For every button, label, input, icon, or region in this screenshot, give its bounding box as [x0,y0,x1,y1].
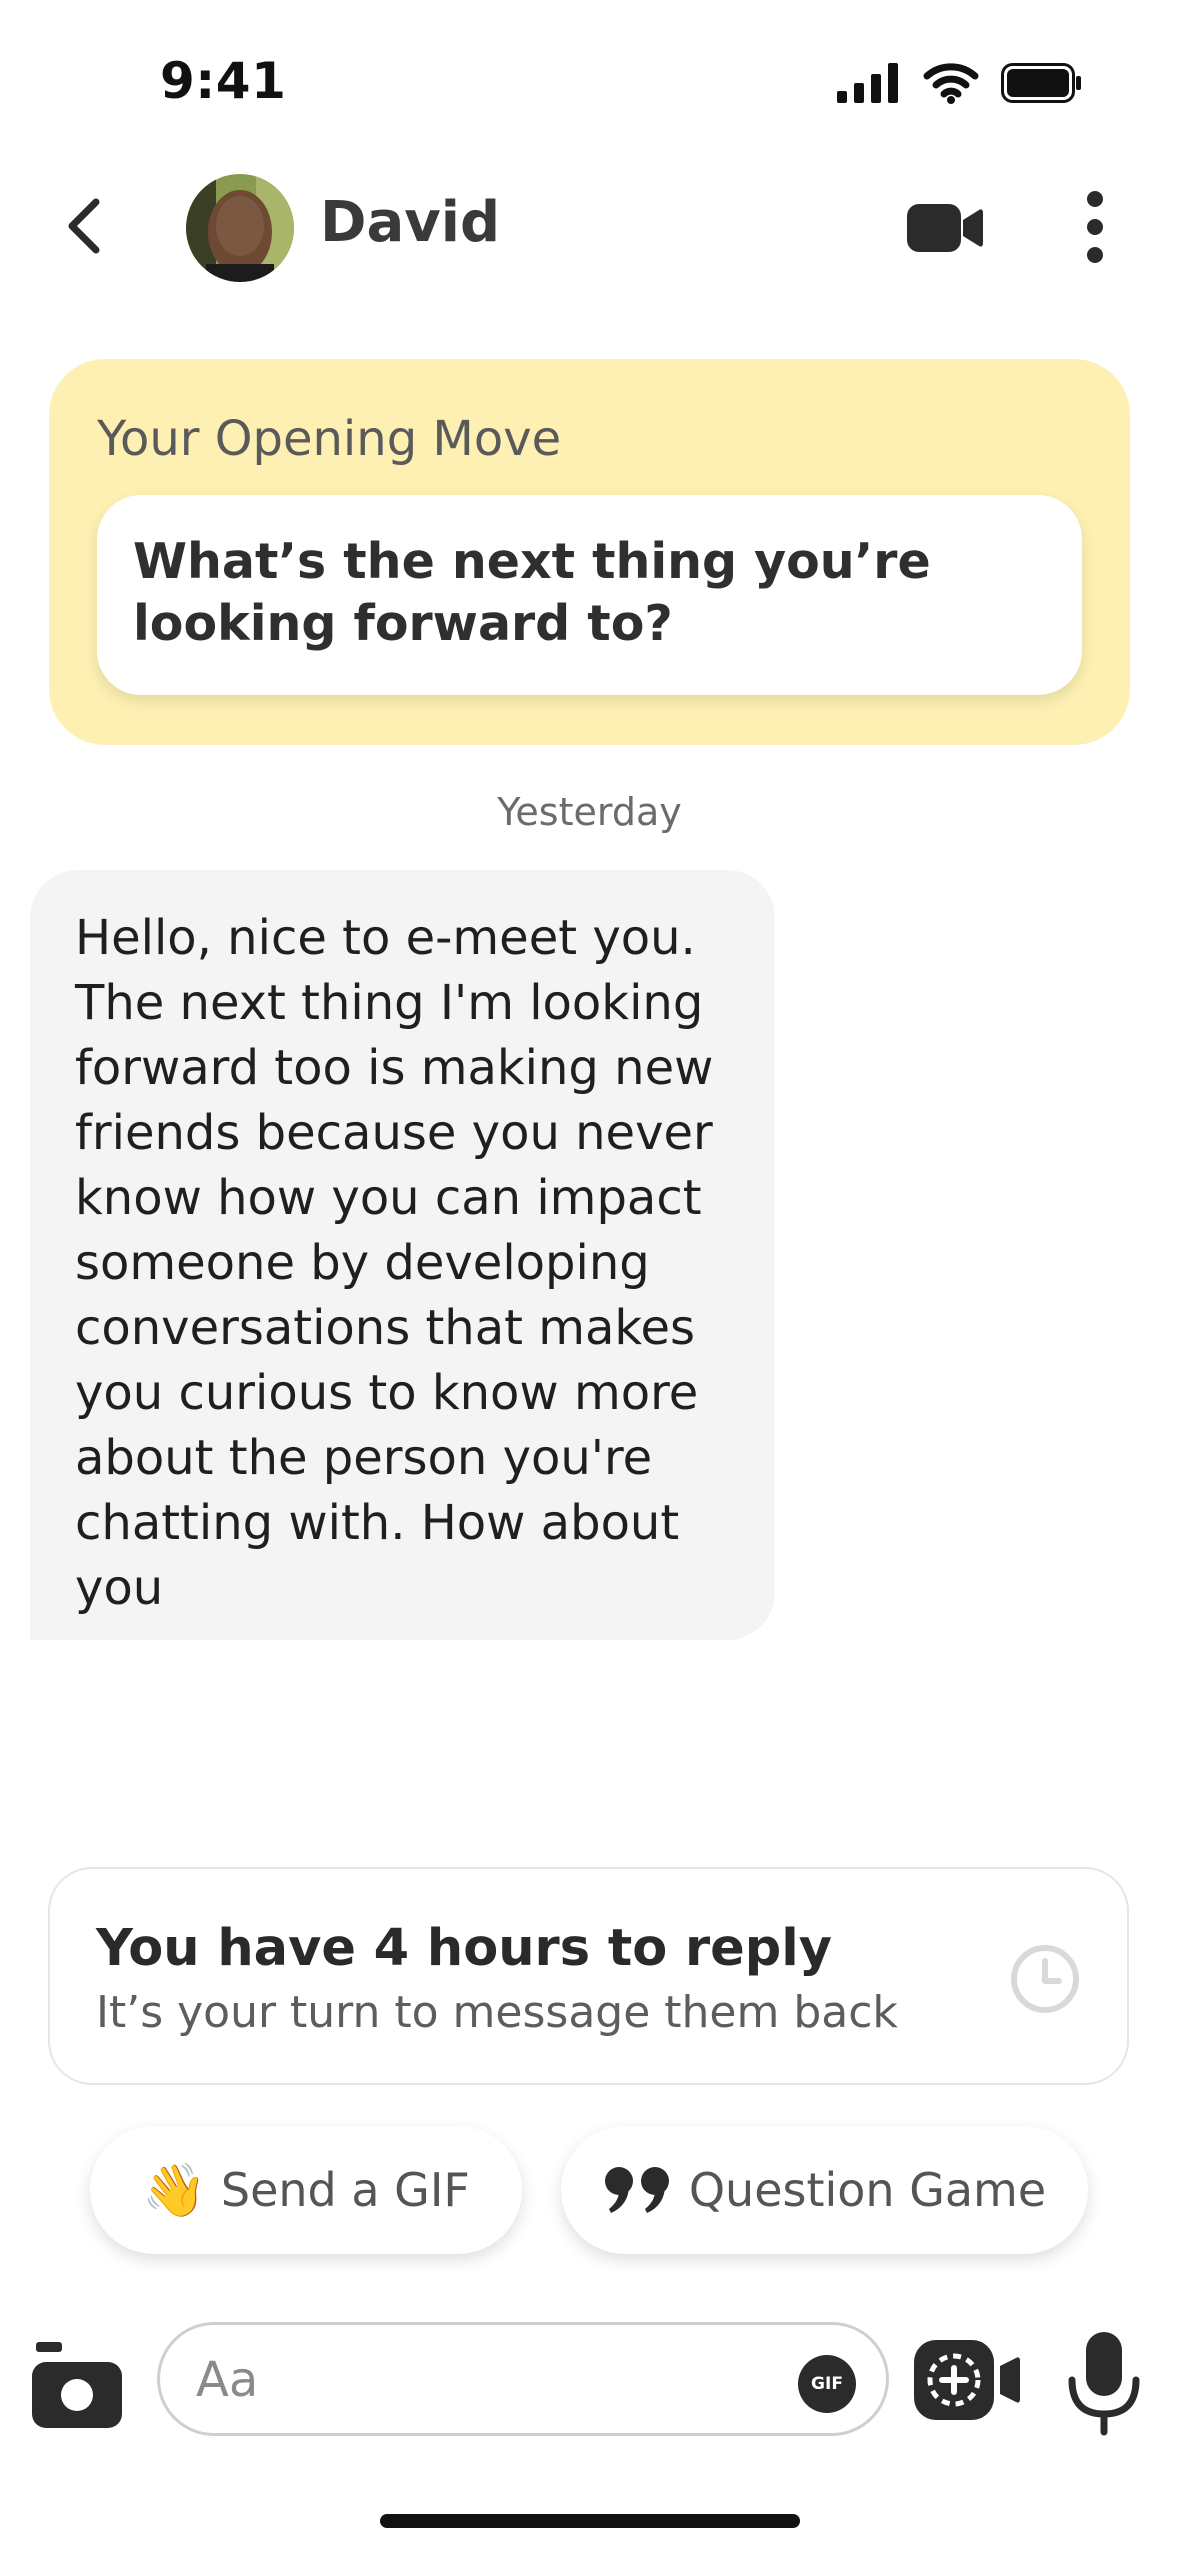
status-time: 9:41 [160,52,287,110]
more-vertical-icon [1087,191,1103,263]
battery-icon [1001,63,1081,103]
reply-deadline-card: You have 4 hours to reply It’s your turn… [48,1867,1129,2085]
status-bar: 9:41 [0,0,1179,150]
quote-icon [604,2167,669,2213]
message-text: Hello, nice to e-meet you. The next thin… [75,910,714,1616]
home-indicator [380,2514,800,2528]
reply-deadline-title: You have 4 hours to reply [96,1919,832,1978]
wifi-icon [923,63,979,104]
back-button[interactable] [54,196,114,256]
question-game-chip[interactable]: Question Game [561,2126,1088,2254]
opening-move-question: What’s the next thing you’re looking for… [133,533,931,652]
chat-header: David [0,160,1179,295]
reply-deadline-subtitle: It’s your turn to message them back [96,1987,898,2038]
video-camera-icon [907,204,983,252]
avatar[interactable] [186,174,294,282]
cellular-signal-icon [837,63,898,103]
opening-move-question-box: What’s the next thing you’re looking for… [97,495,1082,695]
opening-move-card: Your Opening Move What’s the next thing … [49,359,1130,745]
video-call-button[interactable] [905,198,985,258]
message-composer: GIF [0,2320,1179,2450]
message-bubble-incoming[interactable]: Hello, nice to e-meet you. The next thin… [30,870,775,1640]
chevron-left-icon [68,198,100,254]
video-note-button[interactable] [912,2336,1024,2424]
clock-icon [1011,1945,1079,2013]
voice-message-button[interactable] [1064,2328,1144,2438]
message-input[interactable] [194,2341,738,2419]
contact-name[interactable]: David [320,190,500,255]
avatar-photo [186,174,294,282]
waving-hand-icon: 👋 [142,2160,207,2221]
more-options-button[interactable] [1080,190,1110,264]
send-gif-chip[interactable]: 👋 Send a GIF [90,2126,522,2254]
send-gif-label: Send a GIF [220,2163,470,2217]
camera-icon [32,2342,122,2428]
opening-move-label: Your Opening Move [97,411,562,467]
message-timestamp: Yesterday [497,790,682,834]
message-input-wrapper: GIF [157,2322,889,2436]
status-icons [837,62,1083,104]
video-add-icon [914,2340,1020,2420]
camera-button[interactable] [30,2342,124,2432]
gif-button[interactable]: GIF [798,2355,856,2413]
microphone-icon [1068,2332,1140,2436]
question-game-label: Question Game [688,2163,1047,2217]
